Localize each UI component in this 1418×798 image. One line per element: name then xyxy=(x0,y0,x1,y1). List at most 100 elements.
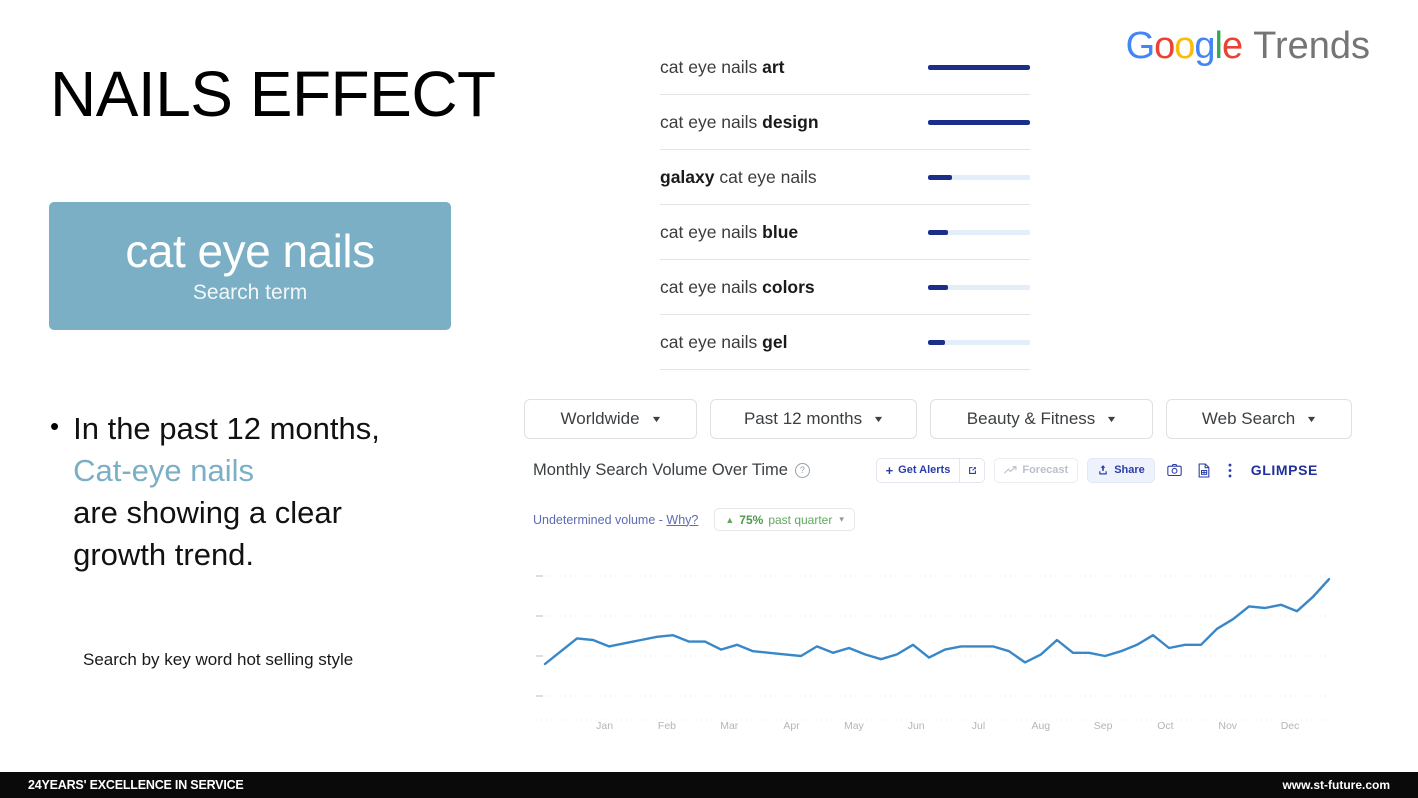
related-query-bar-fill xyxy=(928,229,949,235)
footer-website: www.st-future.com xyxy=(1282,778,1390,792)
search-volume-chart[interactable] xyxy=(533,540,1343,740)
related-query-row[interactable]: cat eye nails art xyxy=(660,40,1030,95)
search-term-card: cat eye nails Search term xyxy=(49,202,451,330)
search-term-text: cat eye nails xyxy=(125,224,375,277)
trend-line-icon xyxy=(1004,466,1017,474)
get-alerts-button[interactable]: + Get Alerts xyxy=(875,457,960,483)
bullet-line-2: are showing a clear xyxy=(73,495,342,531)
related-query-row[interactable]: galaxy cat eye nails xyxy=(660,150,1030,205)
filter-label: Web Search xyxy=(1201,409,1296,428)
volume-status-row: Undetermined volume - Why? ▲ 75% past qu… xyxy=(533,508,855,531)
related-query-label: cat eye nails blue xyxy=(660,221,799,242)
filter-web-search[interactable]: Web Search ▼ xyxy=(1166,399,1352,439)
filter-label: Past 12 months xyxy=(743,409,863,428)
report-button[interactable] xyxy=(1194,459,1215,482)
chart-svg xyxy=(536,575,1331,721)
get-alerts-button-group[interactable]: + Get Alerts xyxy=(875,457,986,483)
logo-letter-o1: o xyxy=(1154,25,1175,67)
chevron-down-icon: ▼ xyxy=(650,414,663,424)
chart-x-tick-label: Aug xyxy=(1031,720,1051,732)
bullet-highlight: Cat-eye nails xyxy=(73,453,255,489)
related-query-keyword: gel xyxy=(762,331,788,352)
chevron-down-icon: ▼ xyxy=(872,414,885,424)
chart-x-tick-label: Feb xyxy=(657,720,676,732)
related-query-bar-fill xyxy=(928,119,1030,125)
related-query-bar-track xyxy=(928,284,1030,290)
related-query-bar-fill xyxy=(928,64,1030,70)
logo-letter-o2: o xyxy=(1174,25,1195,67)
panel-title-text: Monthly Search Volume Over Time xyxy=(533,460,788,479)
related-query-bar-track xyxy=(928,64,1030,70)
page-title: NAILS EFFECT xyxy=(50,58,496,130)
chart-x-tick-label: Sep xyxy=(1093,720,1113,732)
forecast-label: Forecast xyxy=(1022,464,1069,476)
related-query-row[interactable]: cat eye nails colors xyxy=(660,260,1030,315)
chevron-down-icon: ▼ xyxy=(1105,414,1118,424)
more-options-button[interactable] xyxy=(1224,459,1236,482)
trend-change-pill[interactable]: ▲ 75% past quarter ▾ xyxy=(714,508,855,531)
get-alerts-label: Get Alerts xyxy=(898,464,951,476)
external-link-icon xyxy=(968,466,976,474)
glimpse-toolbar: Monthly Search Volume Over Time? + Get A… xyxy=(533,456,1318,484)
chart-series-line xyxy=(543,578,1331,666)
google-trends-logo: Google Trends xyxy=(1126,27,1370,65)
related-queries-list: cat eye nails art cat eye nails design gal… xyxy=(660,40,1030,370)
forecast-button[interactable]: Forecast xyxy=(994,457,1079,483)
help-circle-icon[interactable]: ? xyxy=(794,462,810,478)
related-query-label: cat eye nails art xyxy=(660,56,785,77)
trend-period: past quarter xyxy=(768,512,833,527)
logo-letter-g1: G xyxy=(1125,25,1156,67)
related-query-bar-track xyxy=(928,229,1030,235)
related-query-bar-fill xyxy=(928,284,949,290)
related-query-bar-track xyxy=(928,119,1030,125)
trend-up-icon: ▲ xyxy=(725,514,735,525)
related-query-label: cat eye nails gel xyxy=(660,331,788,352)
why-link[interactable]: Why? xyxy=(666,513,698,527)
trend-percent: 75% xyxy=(739,512,764,527)
bullet-line-1: In the past 12 months, xyxy=(73,411,380,446)
related-query-bar-track xyxy=(928,339,1030,345)
share-label: Share xyxy=(1114,464,1145,476)
related-query-keyword: galaxy xyxy=(660,166,715,187)
chart-x-tick-label: Jun xyxy=(907,720,925,732)
chart-x-tick-label: Dec xyxy=(1280,720,1300,732)
logo-letter-g2: g xyxy=(1194,25,1215,67)
filter-bar: Worldwide ▼ Past 12 months ▼ Beauty & Fitnes… xyxy=(524,399,1352,439)
related-query-bar-fill xyxy=(928,339,946,345)
filter-worldwide[interactable]: Worldwide ▼ xyxy=(524,399,697,439)
related-query-row[interactable]: cat eye nails blue xyxy=(660,205,1030,260)
bullet-block: • In the past 12 months, Cat-eye nails a… xyxy=(50,408,470,577)
filter-label: Worldwide xyxy=(560,409,640,428)
footnote-text: Search by key word hot selling style xyxy=(83,650,354,669)
chart-x-tick-label: Jan xyxy=(596,720,614,732)
related-query-keyword: art xyxy=(762,56,785,77)
filter-beauty-fitness[interactable]: Beauty & Fitness ▼ xyxy=(930,399,1153,439)
chevron-down-icon: ▼ xyxy=(1305,414,1318,424)
share-button[interactable]: Share xyxy=(1087,457,1155,483)
logo-letter-e1: e xyxy=(1222,25,1243,67)
panel-title: Monthly Search Volume Over Time? xyxy=(533,461,810,480)
document-report-icon xyxy=(1198,462,1210,478)
chart-x-tick-label: Jul xyxy=(971,720,986,732)
chart-x-tick-label: Oct xyxy=(1157,720,1174,732)
footer-tagline: 24YEARS' EXCELLENCE IN SERVICE xyxy=(28,778,244,792)
plus-icon: + xyxy=(885,462,894,478)
related-query-row[interactable]: cat eye nails design xyxy=(660,95,1030,150)
share-upload-icon xyxy=(1099,465,1107,475)
chart-x-axis: Jan Feb Mar Apr May Jun Jul Aug Sep Oct Nov Dec xyxy=(533,720,1343,738)
related-query-label: galaxy cat eye nails xyxy=(660,166,817,187)
camera-button[interactable] xyxy=(1164,459,1185,482)
filter-label: Beauty & Fitness xyxy=(966,409,1096,428)
glimpse-brand-logo: GLIMPSE xyxy=(1250,462,1318,478)
volume-note-text: Undetermined volume - xyxy=(533,512,667,527)
more-vertical-icon xyxy=(1228,463,1232,477)
open-external-button[interactable] xyxy=(959,457,986,483)
chart-x-tick-label: May xyxy=(843,720,864,732)
related-query-row[interactable]: cat eye nails gel xyxy=(660,315,1030,370)
related-query-bar-track xyxy=(928,174,1030,180)
chevron-down-icon: ▾ xyxy=(839,514,844,524)
filter-past-12-months[interactable]: Past 12 months ▼ xyxy=(710,399,917,439)
related-query-label: cat eye nails design xyxy=(660,111,819,132)
bullet-marker: • xyxy=(50,411,60,441)
related-query-bar-fill xyxy=(928,174,953,180)
